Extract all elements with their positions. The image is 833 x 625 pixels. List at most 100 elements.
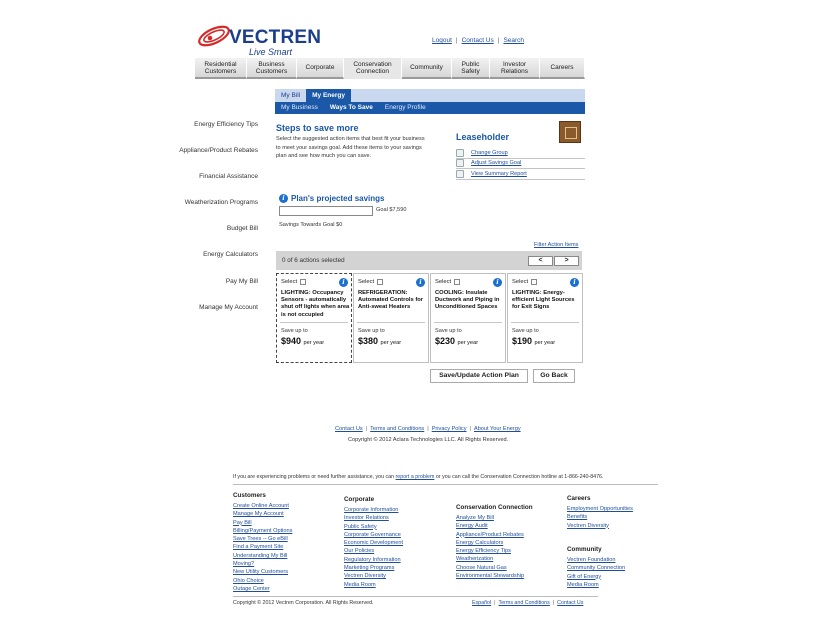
footer-link[interactable]: Create Online Account bbox=[233, 502, 333, 510]
left-nav-energy-efficiency-tips[interactable]: Energy Efficiency Tips bbox=[194, 121, 258, 128]
help-text-post: or you can call the Conservation Connect… bbox=[435, 474, 604, 480]
footer-link[interactable]: Weatherization bbox=[456, 555, 556, 563]
footer-link[interactable]: Find a Payment Site bbox=[233, 543, 333, 551]
left-nav-budget-bill[interactable]: Budget Bill bbox=[227, 225, 258, 232]
footer-link[interactable]: Economic Development bbox=[344, 539, 444, 547]
divider bbox=[280, 322, 348, 323]
footer-privacy-link[interactable]: Privacy Policy bbox=[432, 426, 467, 432]
view-summary-report-link[interactable]: View Summary Report bbox=[471, 171, 527, 177]
footer-link[interactable]: Marketing Programs bbox=[344, 564, 444, 572]
footer-link[interactable]: New Utility Customers bbox=[233, 568, 333, 576]
action-card[interactable]: Select i LIGHTING: Energy-efficient Ligh… bbox=[507, 273, 583, 363]
footer-link[interactable]: Our Policies bbox=[344, 547, 444, 555]
footer-link[interactable]: Regulatory Information bbox=[344, 556, 444, 564]
left-nav-financial-assistance[interactable]: Financial Assistance bbox=[199, 173, 258, 180]
logout-link[interactable]: Logout bbox=[432, 37, 452, 44]
footer-link[interactable]: Understanding My Bill bbox=[233, 552, 333, 560]
footer-link[interactable]: Investor Relations bbox=[344, 514, 444, 522]
footer-link[interactable]: Choose Natural Gas bbox=[456, 564, 556, 572]
action-card[interactable]: Select i COOLING: Insulate Ductwork and … bbox=[430, 273, 506, 363]
go-back-button[interactable]: Go Back bbox=[533, 369, 575, 383]
espanol-link[interactable]: Español bbox=[472, 600, 491, 606]
footer-link[interactable]: Corporate Governance bbox=[344, 531, 444, 539]
nav-tab-public-safety[interactable]: Public Safety bbox=[452, 58, 490, 79]
vectren-logo[interactable]: VECTREN Live Smart bbox=[196, 22, 321, 58]
info-icon[interactable]: i bbox=[493, 278, 502, 287]
info-icon[interactable]: i bbox=[570, 278, 579, 287]
steps-description-line: Select the suggested action items that b… bbox=[276, 136, 425, 142]
tab-energy-profile[interactable]: Energy Profile bbox=[379, 102, 432, 114]
footer-link[interactable]: Outage Center bbox=[233, 585, 333, 593]
select-checkbox[interactable] bbox=[377, 279, 384, 285]
save-up-to-label: Save up to bbox=[358, 328, 385, 334]
nav-tab-investor[interactable]: Investor Relations bbox=[490, 58, 540, 79]
left-nav-pay-my-bill[interactable]: Pay My Bill bbox=[226, 278, 258, 285]
info-icon[interactable]: i bbox=[416, 278, 425, 287]
select-checkbox[interactable] bbox=[531, 279, 538, 285]
nav-tab-business[interactable]: Business Customers bbox=[247, 58, 297, 79]
footer-link[interactable]: Appliance/Product Rebates bbox=[456, 531, 556, 539]
footer-link[interactable]: Analyze My Bill bbox=[456, 514, 556, 522]
nav-tab-residential[interactable]: Residential Customers bbox=[195, 58, 247, 79]
footer-link[interactable]: Vectren Diversity bbox=[567, 522, 667, 530]
footer-link[interactable]: Save Trees -- Go eBill bbox=[233, 535, 333, 543]
footer-link[interactable]: Gift of Energy bbox=[567, 573, 667, 581]
filter-action-items-link[interactable]: Filter Action Items bbox=[534, 242, 578, 248]
footer-link[interactable]: Energy Efficiency Tips bbox=[456, 547, 556, 555]
select-control: Select bbox=[512, 279, 538, 285]
left-nav-manage-account[interactable]: Manage My Account bbox=[199, 304, 258, 311]
bottom-terms-link[interactable]: Terms and Conditions bbox=[499, 600, 550, 606]
footer-link[interactable]: Community Connection bbox=[567, 564, 667, 572]
left-nav-energy-calculators[interactable]: Energy Calculators bbox=[203, 251, 258, 258]
prev-page-button[interactable]: < bbox=[528, 256, 553, 266]
footer-link[interactable]: Public Safety bbox=[344, 523, 444, 531]
save-update-action-plan-button[interactable]: Save/Update Action Plan bbox=[430, 369, 528, 383]
footer-contact-us-link[interactable]: Contact Us bbox=[335, 426, 363, 432]
next-page-button[interactable]: > bbox=[554, 256, 579, 266]
footer-link[interactable]: Corporate Information bbox=[344, 506, 444, 514]
footer-link[interactable]: Media Room bbox=[344, 581, 444, 589]
select-checkbox[interactable] bbox=[454, 279, 461, 285]
savings-amount: $230 per year bbox=[435, 336, 478, 346]
report-problem-link[interactable]: report a problem bbox=[396, 474, 435, 480]
tab-my-energy[interactable]: My Energy bbox=[306, 89, 352, 102]
left-nav-weatherization[interactable]: Weatherization Programs bbox=[185, 199, 258, 206]
footer-link[interactable]: Moving? bbox=[233, 560, 333, 568]
nav-tab-careers[interactable]: Careers bbox=[540, 58, 585, 79]
footer-link[interactable]: Energy Audit bbox=[456, 522, 556, 530]
nav-tab-conservation[interactable]: Conservation Connection bbox=[344, 58, 402, 79]
info-icon[interactable]: i bbox=[339, 278, 348, 287]
footer-link[interactable]: Vectren Foundation bbox=[567, 556, 667, 564]
footer-link[interactable]: Manage My Account bbox=[233, 510, 333, 518]
action-card[interactable]: Select i REFRIGERATION: Automated Contro… bbox=[353, 273, 429, 363]
report-icon bbox=[456, 169, 464, 178]
search-link[interactable]: Search bbox=[503, 37, 524, 44]
info-icon[interactable]: i bbox=[279, 194, 288, 203]
tab-my-bill[interactable]: My Bill bbox=[275, 89, 306, 102]
footer-link[interactable]: Vectren Diversity bbox=[344, 572, 444, 580]
footer-link[interactable]: Benefits bbox=[567, 513, 667, 521]
footer-link[interactable]: Pay Bill bbox=[233, 519, 333, 527]
left-nav-appliance-rebates[interactable]: Appliance/Product Rebates bbox=[179, 147, 258, 154]
action-card[interactable]: Select i LIGHTING: Occupancy Sensors - a… bbox=[276, 273, 352, 363]
change-group-link[interactable]: Change Group bbox=[471, 150, 508, 156]
footer-link[interactable]: Employment Opportunities bbox=[567, 505, 667, 513]
footer-about-energy-link[interactable]: About Your Energy bbox=[474, 426, 521, 432]
contact-us-link[interactable]: Contact Us bbox=[462, 37, 494, 44]
footer-terms-link[interactable]: Terms and Conditions bbox=[370, 426, 424, 432]
nav-tab-community[interactable]: Community bbox=[402, 58, 452, 79]
footer-link[interactable]: Environmental Stewardship bbox=[456, 572, 556, 580]
bottom-contact-link[interactable]: Contact Us bbox=[557, 600, 583, 606]
tab-ways-to-save[interactable]: Ways To Save bbox=[324, 102, 379, 114]
aclara-copyright: Copyright © 2012 Aclara Technologies LLC… bbox=[348, 437, 509, 443]
select-checkbox[interactable] bbox=[300, 279, 307, 285]
select-control: Select bbox=[281, 279, 307, 285]
savings-progress-bar bbox=[279, 206, 373, 216]
footer-link[interactable]: Media Room bbox=[567, 581, 667, 589]
footer-link[interactable]: Energy Calculators bbox=[456, 539, 556, 547]
nav-tab-corporate[interactable]: Corporate bbox=[297, 58, 344, 79]
footer-link[interactable]: Ohio Choice bbox=[233, 577, 333, 585]
tab-my-business[interactable]: My Business bbox=[275, 102, 324, 114]
footer-link[interactable]: Billing/Payment Options bbox=[233, 527, 333, 535]
adjust-savings-goal-link[interactable]: Adjust Savings Goal bbox=[471, 160, 521, 166]
